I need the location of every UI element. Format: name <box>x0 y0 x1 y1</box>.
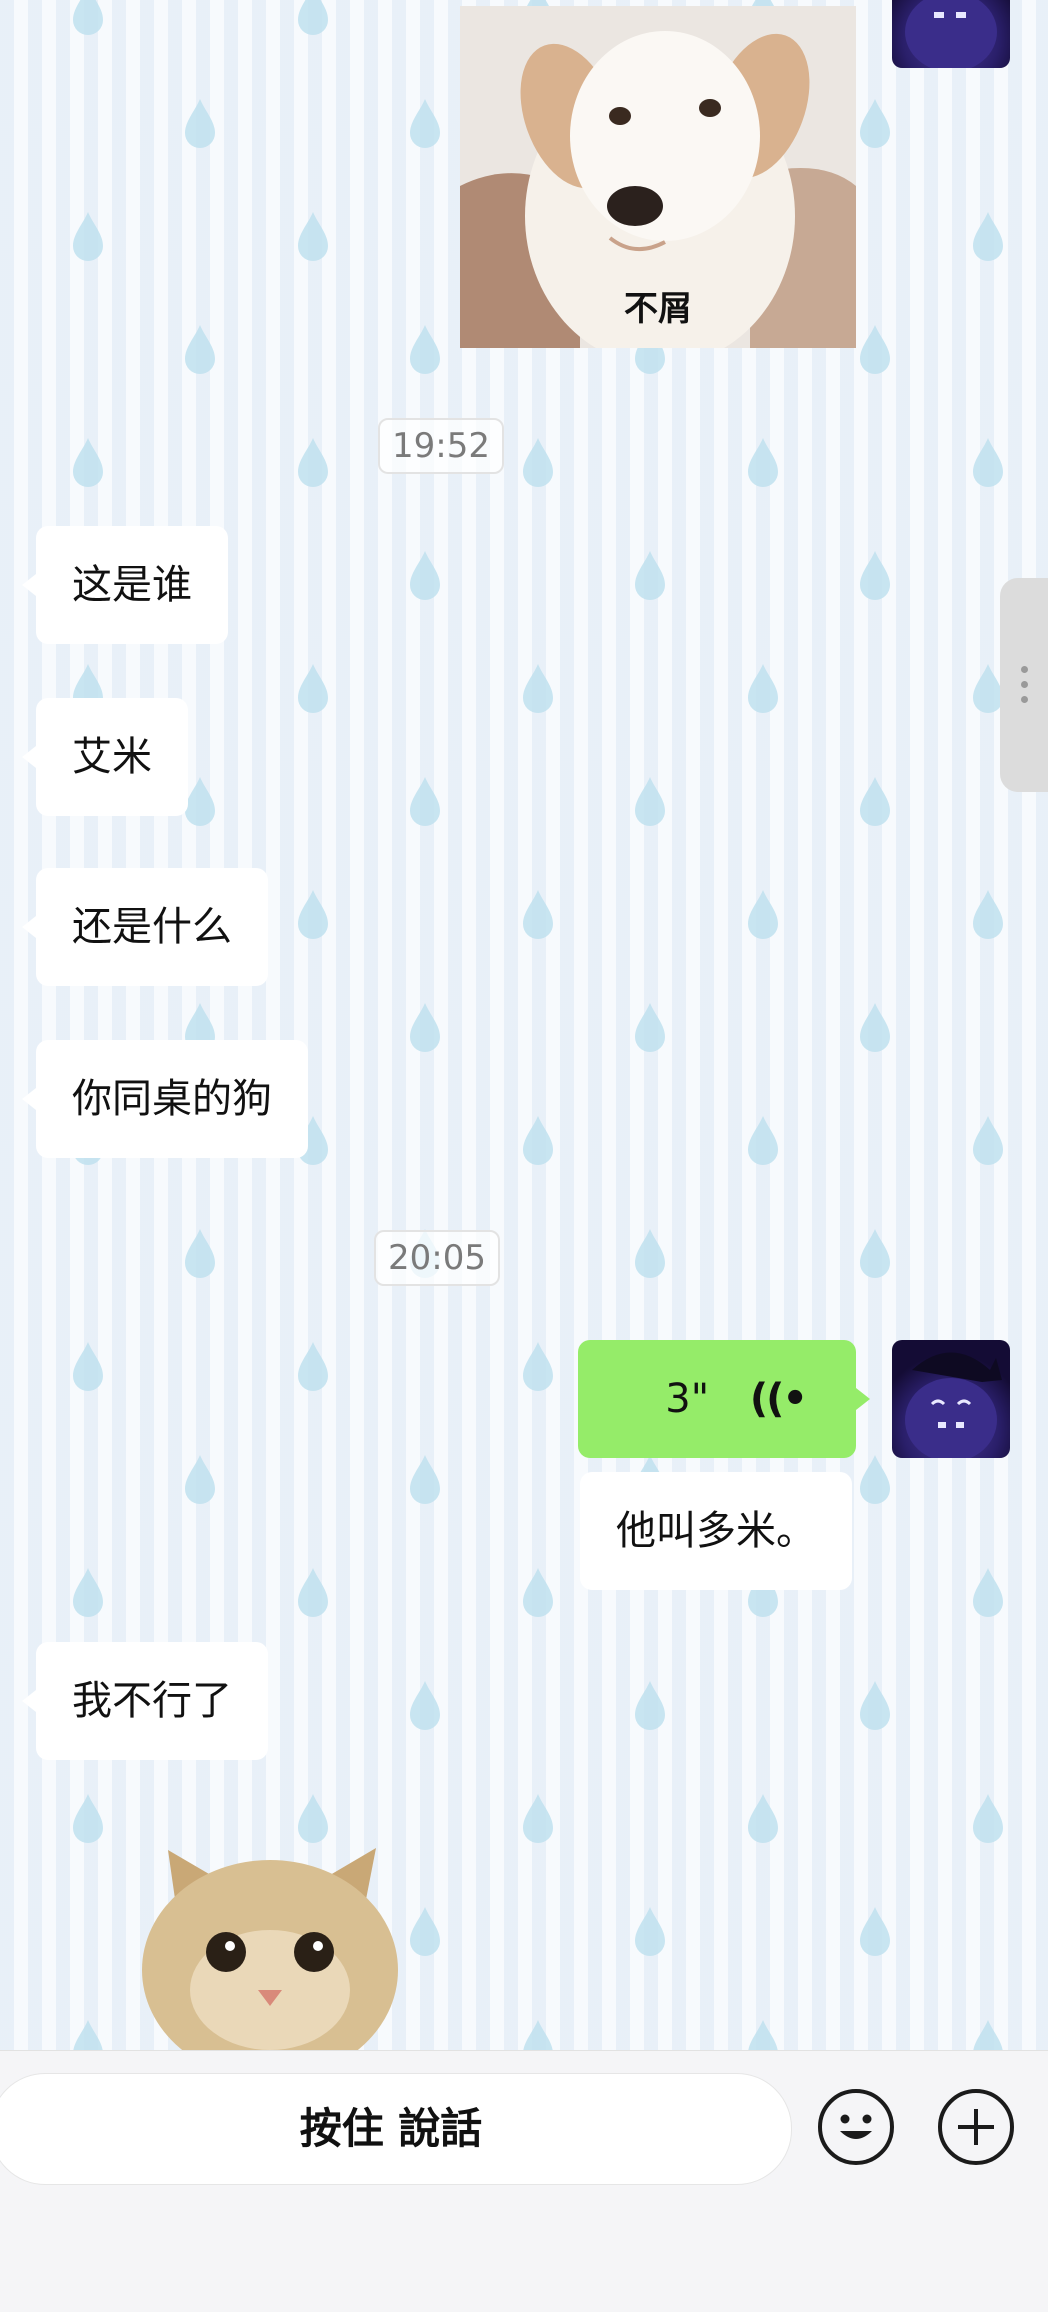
raindrop-pattern <box>73 1794 103 1843</box>
raindrop-pattern <box>860 777 890 826</box>
raindrop-pattern <box>523 1116 553 1165</box>
dog-image-caption: 不屑 <box>624 289 692 329</box>
raindrop-pattern <box>973 438 1003 487</box>
raindrop-pattern <box>860 1681 890 1730</box>
raindrop-pattern <box>523 2020 553 2050</box>
chat-area[interactable]: 不屑 19:52 这是谁 艾米 还是什么 你同桌的狗 20:05 3" ((• … <box>0 0 1048 2050</box>
raindrop-pattern <box>298 890 328 939</box>
timestamp-2005: 20:05 <box>374 1230 500 1286</box>
raindrop-pattern <box>185 777 215 826</box>
incoming-message-3[interactable]: 还是什么 <box>22 868 268 986</box>
raindrop-pattern <box>748 890 778 939</box>
input-bar: 按住 說話 <box>0 2050 1048 2312</box>
raindrop-pattern <box>523 438 553 487</box>
raindrop-pattern <box>635 551 665 600</box>
raindrop-pattern <box>298 212 328 261</box>
raindrop-pattern <box>410 99 440 148</box>
raindrop-pattern <box>73 438 103 487</box>
raindrop-pattern <box>973 2020 1003 2050</box>
raindrop-pattern <box>298 1342 328 1391</box>
raindrop-pattern <box>523 1794 553 1843</box>
incoming-message-4[interactable]: 你同桌的狗 <box>22 1040 308 1158</box>
raindrop-pattern <box>748 664 778 713</box>
outgoing-message-1[interactable]: 他叫多米。 <box>580 1472 852 1590</box>
raindrop-pattern <box>185 325 215 374</box>
cat-illustration <box>142 1848 398 2050</box>
raindrop-pattern <box>860 1229 890 1278</box>
incoming-message-1[interactable]: 这是谁 <box>22 526 228 644</box>
raindrop-pattern <box>860 1907 890 1956</box>
raindrop-pattern <box>73 1342 103 1391</box>
plus-icon <box>958 2109 994 2145</box>
more-options-button[interactable] <box>938 2089 1014 2165</box>
vertical-dots-icon <box>1021 666 1028 673</box>
smiley-face-icon <box>840 2114 872 2139</box>
emoji-button[interactable] <box>818 2089 894 2165</box>
raindrop-pattern <box>635 1229 665 1278</box>
raindrop-pattern <box>410 1455 440 1504</box>
timestamp-1952: 19:52 <box>378 418 504 474</box>
dog-image-message[interactable]: 不屑 <box>460 6 856 348</box>
raindrop-pattern <box>635 1003 665 1052</box>
raindrop-pattern <box>860 1003 890 1052</box>
raindrop-pattern <box>748 1116 778 1165</box>
raindrop-pattern <box>298 438 328 487</box>
raindrop-pattern <box>298 1568 328 1617</box>
raindrop-pattern <box>973 664 1003 713</box>
raindrop-pattern <box>635 777 665 826</box>
raindrop-pattern <box>73 212 103 261</box>
raindrop-pattern <box>748 438 778 487</box>
raindrop-pattern <box>73 2020 103 2050</box>
raindrop-pattern <box>973 1568 1003 1617</box>
raindrop-pattern <box>298 664 328 713</box>
raindrop-pattern <box>635 1907 665 1956</box>
raindrop-pattern <box>410 777 440 826</box>
purple-monster-avatar-icon <box>905 0 997 68</box>
side-menu-tab[interactable] <box>1000 578 1048 792</box>
raindrop-pattern <box>73 0 103 35</box>
my-avatar-top[interactable] <box>892 0 1010 68</box>
raindrop-pattern <box>185 1229 215 1278</box>
raindrop-pattern <box>973 1116 1003 1165</box>
hold-to-talk-button[interactable]: 按住 說話 <box>0 2073 792 2185</box>
raindrop-pattern <box>748 1794 778 1843</box>
voice-wave-icon: ((• <box>749 1376 808 1422</box>
raindrop-pattern <box>73 1568 103 1617</box>
incoming-message-5[interactable]: 我不行了 <box>22 1642 268 1760</box>
raindrop-pattern <box>973 1794 1003 1843</box>
raindrop-pattern <box>635 1681 665 1730</box>
cat-sticker[interactable] <box>138 1840 402 2050</box>
raindrop-pattern <box>860 99 890 148</box>
vertical-dots-icon-dot <box>1021 681 1028 688</box>
purple-monster-avatar-icon <box>905 1352 1002 1458</box>
raindrop-pattern <box>298 1794 328 1843</box>
raindrop-pattern <box>860 1455 890 1504</box>
raindrop-pattern <box>523 1342 553 1391</box>
raindrop-pattern <box>410 551 440 600</box>
voice-message[interactable]: 3" ((• <box>578 1340 870 1458</box>
raindrop-pattern <box>410 1681 440 1730</box>
raindrop-pattern <box>523 664 553 713</box>
raindrop-pattern <box>860 551 890 600</box>
raindrop-pattern <box>185 1455 215 1504</box>
incoming-message-2[interactable]: 艾米 <box>22 698 188 816</box>
raindrop-pattern <box>410 325 440 374</box>
raindrop-pattern <box>860 325 890 374</box>
raindrop-pattern <box>185 99 215 148</box>
raindrop-pattern <box>748 2020 778 2050</box>
raindrop-pattern <box>410 1003 440 1052</box>
raindrop-pattern <box>523 1568 553 1617</box>
vertical-dots-icon-dot <box>1021 696 1028 703</box>
raindrop-pattern <box>973 212 1003 261</box>
raindrop-pattern <box>973 890 1003 939</box>
voice-duration: 3" <box>665 1376 710 1422</box>
my-avatar[interactable] <box>892 1340 1010 1458</box>
raindrop-pattern <box>410 1907 440 1956</box>
raindrop-pattern <box>523 890 553 939</box>
raindrop-pattern <box>298 0 328 35</box>
